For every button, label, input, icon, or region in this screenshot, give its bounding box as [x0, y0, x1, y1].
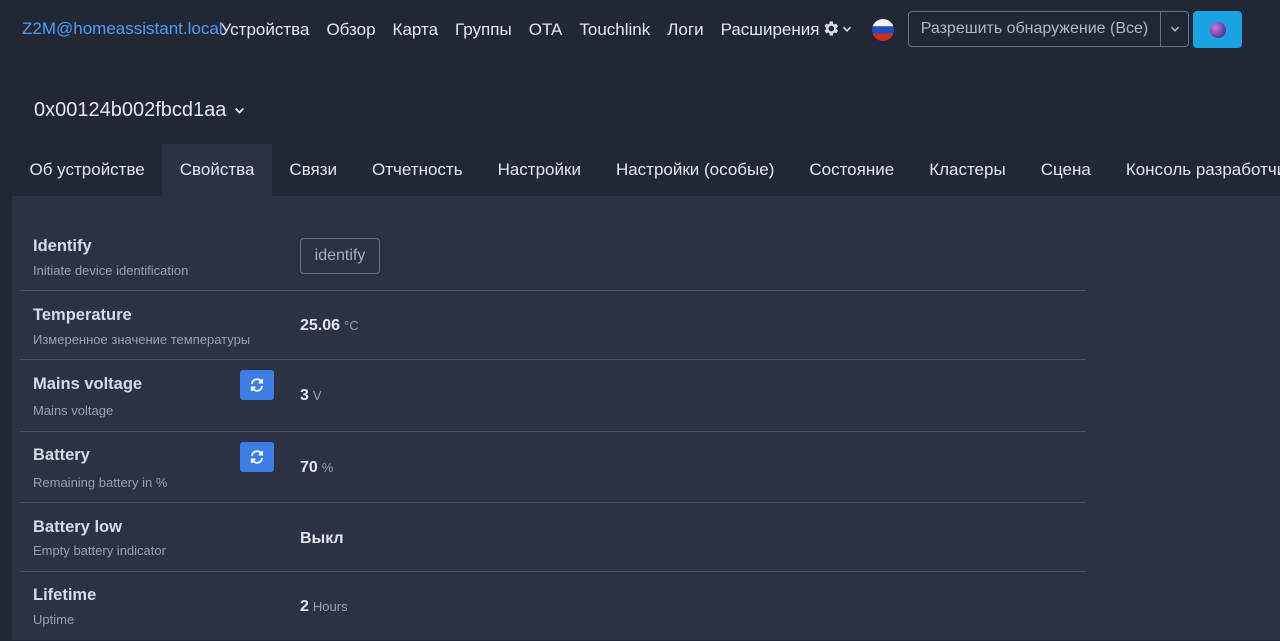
voltage-value: 3: [300, 387, 309, 404]
property-description: Initiate device identification: [33, 263, 189, 278]
battery-value: 70: [300, 459, 318, 476]
nav-link-groups[interactable]: Группы: [447, 20, 521, 40]
lifetime-value: 2: [300, 598, 309, 615]
property-description: Измеренное значение температуры: [33, 332, 251, 347]
property-value: 70%: [300, 459, 333, 477]
temperature-unit: °C: [344, 318, 359, 333]
exposes-panel: Identify Initiate device identification …: [12, 196, 1280, 640]
property-title: Temperature: [33, 306, 132, 324]
temperature-value: 25.06: [300, 317, 341, 334]
property-title: Lifetime: [33, 586, 97, 604]
device-tabs: Об устройстве Свойства Связи Отчетность …: [12, 144, 1280, 196]
tab-about[interactable]: Об устройстве: [12, 144, 162, 196]
settings-dropdown[interactable]: [821, 19, 852, 38]
nav-link-extensions[interactable]: Расширения: [712, 20, 828, 40]
property-value: 25.06 °C: [300, 317, 359, 335]
refresh-icon: [250, 378, 264, 392]
top-navbar: Z2M@homeassistant.local Устройства Обзор…: [0, 0, 1280, 60]
nav-link-logs[interactable]: Логи: [659, 20, 712, 40]
property-row-temperature: Temperature Измеренное значение температ…: [20, 291, 1086, 360]
device-title: 0x00124b002fbcd1aa: [34, 99, 227, 121]
chevron-down-icon: [235, 107, 245, 114]
property-row-mains-voltage: Mains voltage Mains voltage 3V: [20, 360, 1086, 432]
theme-toggle-button[interactable]: [1193, 11, 1242, 48]
property-value: 2 Hours: [300, 598, 348, 616]
property-title: Mains voltage: [33, 375, 143, 393]
property-row-battery-low: Battery low Empty battery indicator Выкл: [20, 503, 1086, 572]
nav-link-map[interactable]: Карта: [384, 20, 447, 40]
russia-flag-icon[interactable]: [872, 19, 894, 41]
lifetime-unit: Hours: [312, 599, 348, 614]
chevron-down-icon: [1170, 26, 1179, 32]
refresh-button[interactable]: [240, 370, 274, 400]
voltage-unit: V: [312, 388, 322, 403]
tab-exposes[interactable]: Свойства: [162, 144, 272, 196]
nav-link-touchlink[interactable]: Touchlink: [571, 20, 659, 40]
permit-join-button[interactable]: Разрешить обнаружение (Все): [908, 11, 1161, 47]
property-title: Identify: [33, 237, 92, 255]
property-description: Mains voltage: [33, 403, 114, 418]
property-row-battery: Battery Remaining battery in % 70%: [20, 432, 1086, 503]
property-row-identify: Identify Initiate device identification …: [20, 222, 1086, 291]
tab-bind[interactable]: Связи: [272, 144, 355, 196]
property-title: Battery: [33, 446, 90, 464]
gear-icon: [824, 21, 839, 36]
tab-scene[interactable]: Сцена: [1023, 144, 1108, 196]
refresh-icon: [250, 450, 264, 464]
property-description: Remaining battery in %: [33, 475, 168, 490]
tab-settings-specific[interactable]: Настройки (особые): [598, 144, 791, 196]
property-title: Battery low: [33, 518, 122, 536]
property-list: Identify Initiate device identification …: [20, 222, 1086, 641]
nav-link-ota[interactable]: OTA: [520, 20, 571, 40]
property-description: Uptime: [33, 612, 75, 627]
battery-low-value: Выкл: [300, 530, 344, 547]
permit-join-dropdown-toggle[interactable]: [1161, 11, 1189, 47]
permit-join-group: Разрешить обнаружение (Все): [908, 11, 1189, 47]
battery-unit: %: [321, 460, 334, 475]
brand-link[interactable]: Z2M@homeassistant.local: [22, 19, 223, 39]
tab-clusters[interactable]: Кластеры: [912, 144, 1024, 196]
tab-reporting[interactable]: Отчетность: [355, 144, 481, 196]
property-value: 3V: [300, 387, 322, 405]
tab-state[interactable]: Состояние: [792, 144, 912, 196]
property-row-lifetime: Lifetime Uptime 2 Hours: [20, 572, 1086, 641]
nav-link-dashboard[interactable]: Обзор: [318, 20, 384, 40]
nav-links: Устройства Обзор Карта Группы OTA Touchl…: [212, 0, 828, 60]
nav-link-devices[interactable]: Устройства: [212, 20, 318, 40]
identify-button[interactable]: identify: [300, 238, 380, 274]
chevron-down-icon: [842, 26, 852, 32]
tab-dev-console[interactable]: Консоль разработчика: [1108, 144, 1280, 196]
moon-icon: [1209, 21, 1226, 38]
property-description: Empty battery indicator: [33, 543, 166, 558]
device-selector[interactable]: 0x00124b002fbcd1aa: [34, 99, 245, 122]
tab-settings[interactable]: Настройки: [480, 144, 598, 196]
refresh-button[interactable]: [240, 442, 274, 472]
